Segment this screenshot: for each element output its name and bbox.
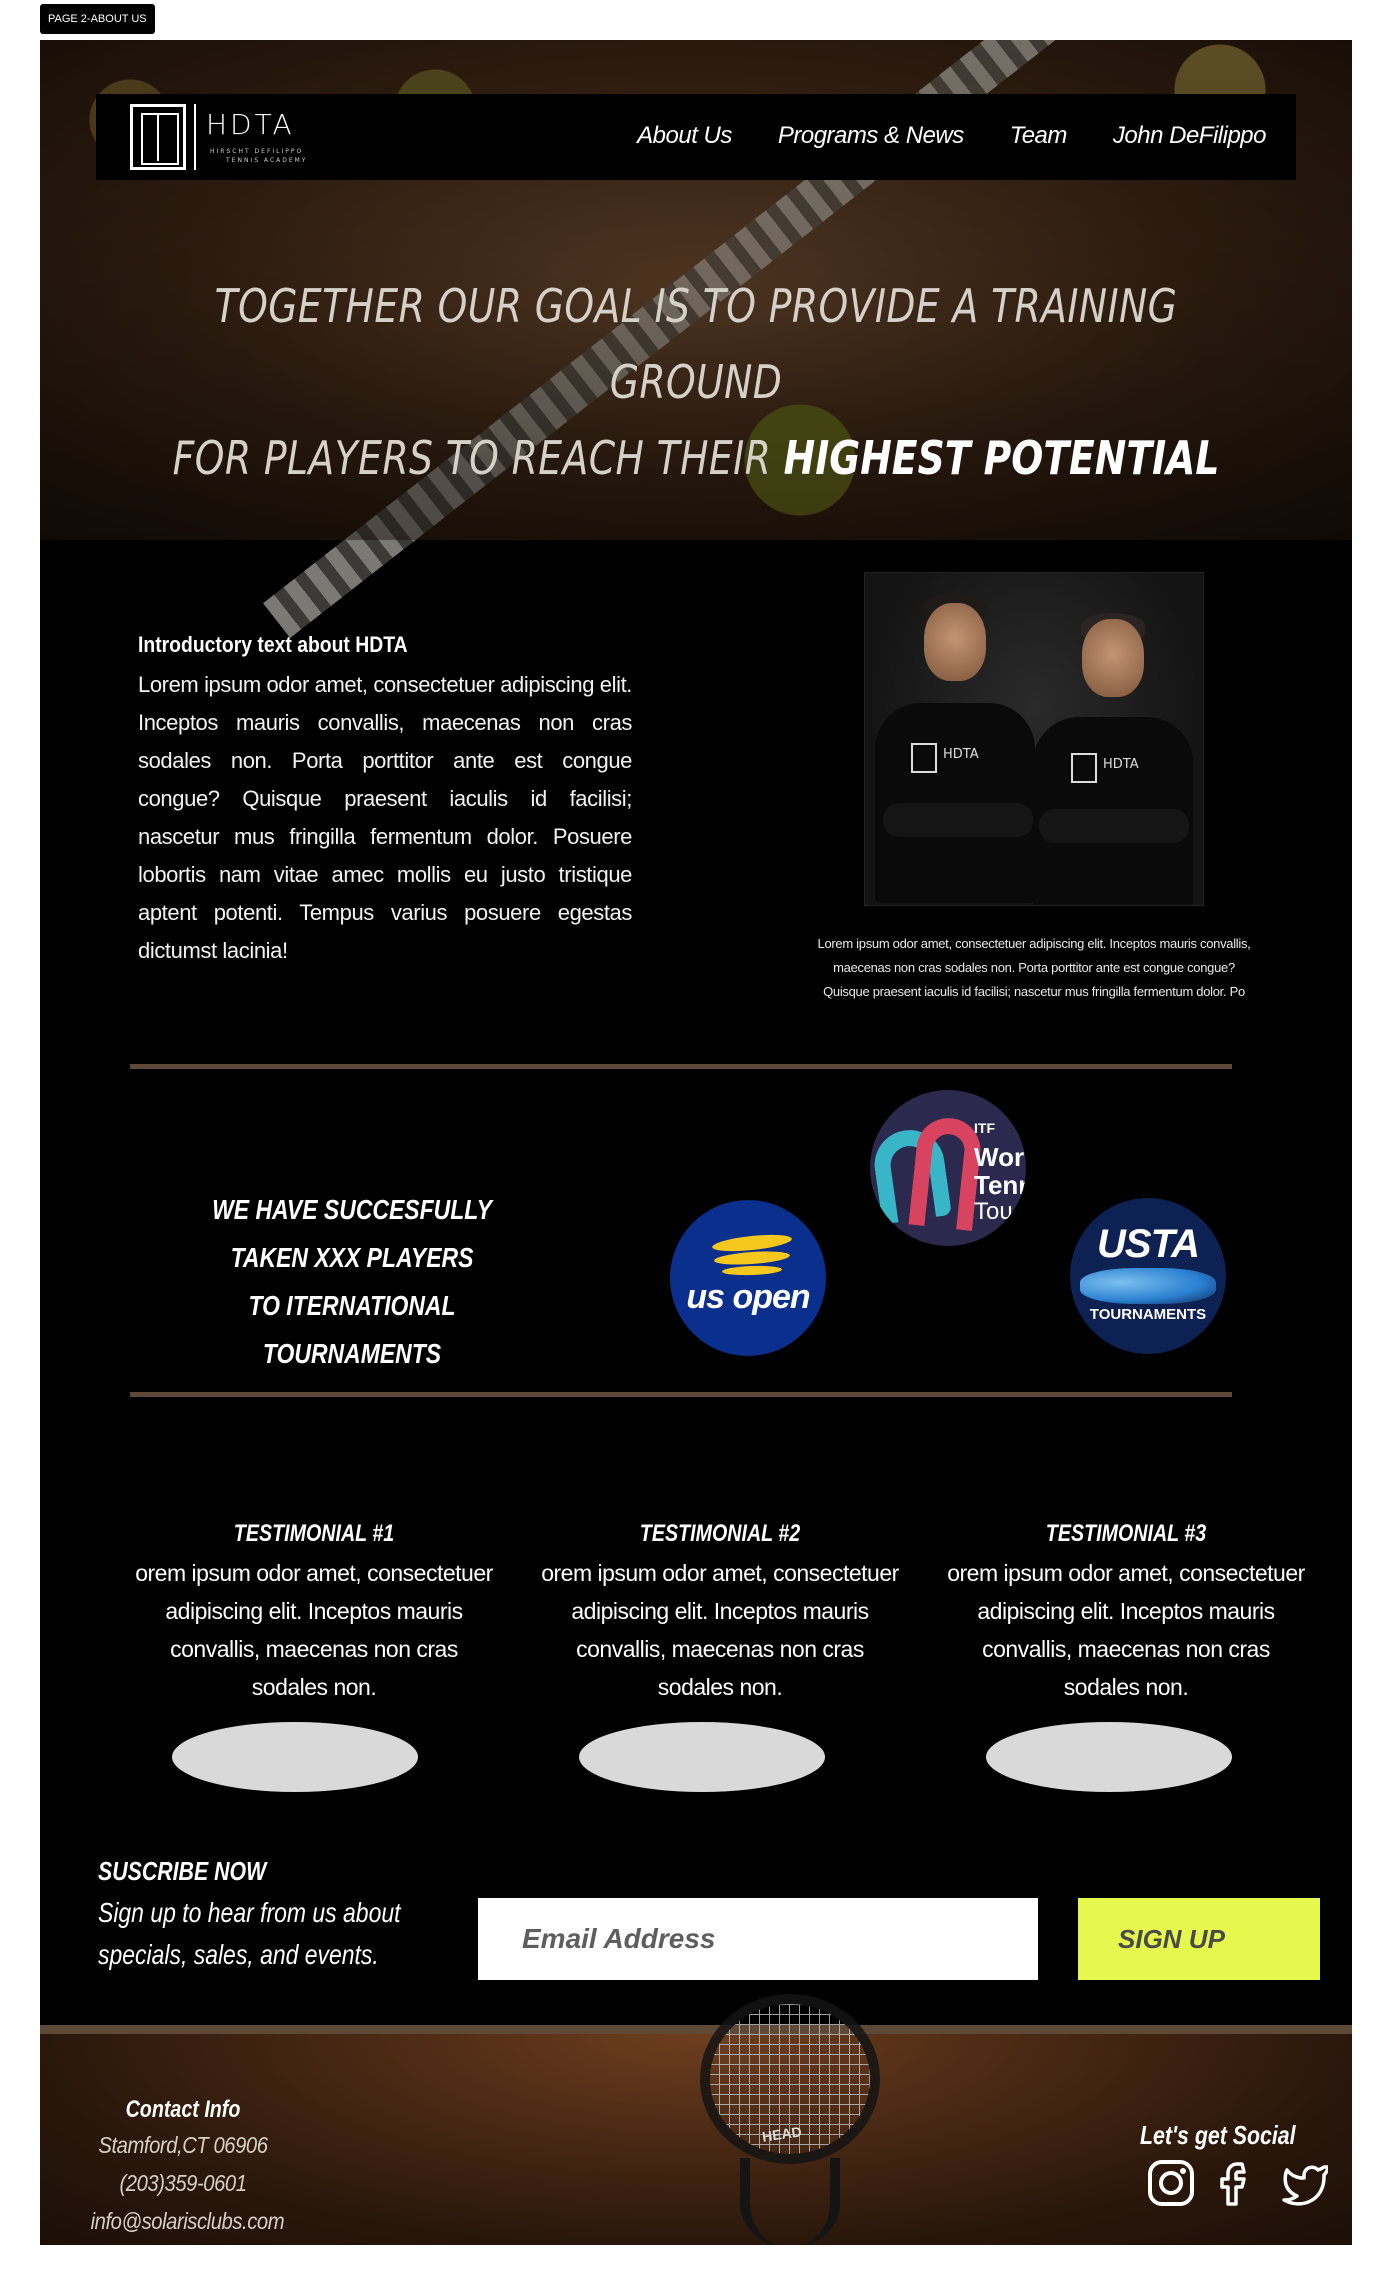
us-open-wordmark: us open (686, 1278, 810, 1316)
testimonial-avatar (986, 1722, 1232, 1792)
intro-heading: Introductory text about HDTA (138, 632, 408, 657)
footer-divider (40, 2025, 1352, 2034)
main-nav: About Us Programs & News Team John DeFil… (637, 122, 1266, 150)
itf-text: Tou (974, 1198, 1013, 1225)
navbar: HDTA HIRSCHT DEFILIPPO TENNIS ACADEMY Ab… (96, 94, 1296, 180)
sign-up-button[interactable]: SIGN UP (1078, 1898, 1320, 1980)
logo[interactable]: HDTA HIRSCHT DEFILIPPO TENNIS ACADEMY (130, 104, 310, 170)
logo-divider (194, 104, 196, 170)
shirt-logo-icon (911, 743, 937, 773)
contact-title: Contact Info (125, 2096, 241, 2123)
nav-item-john-defilippo[interactable]: John DeFilippo (1113, 122, 1267, 150)
hero-line-2: FOR PLAYERS TO REACH THEIR HIGHEST POTEN… (158, 420, 1234, 496)
testimonial-avatar (172, 1722, 418, 1792)
hero-banner: HDTA HIRSCHT DEFILIPPO TENNIS ACADEMY Ab… (40, 40, 1352, 638)
subscribe-text: Sign up to hear from us about specials, … (98, 1897, 401, 1970)
social-links (1146, 2158, 1330, 2208)
testimonial-title: TESTIMONIAL #1 (233, 1520, 395, 1547)
coach-arms (883, 803, 1033, 837)
usta-wave-icon (1080, 1268, 1216, 1304)
coaches-photo: HDTA HDTA (864, 572, 1204, 906)
logo-subline: HIRSCHT DEFILIPPO (210, 148, 304, 155)
shirt-logo-text: HDTA (943, 747, 979, 762)
hero-headline: TOGETHER OUR GOAL IS TO PROVIDE A TRAINI… (40, 268, 1352, 496)
coach-face (924, 603, 986, 681)
twitter-icon[interactable] (1278, 2158, 1330, 2208)
itf-text: Wor (974, 1142, 1025, 1172)
hero-line-2-text: FOR PLAYERS TO REACH THEIR (172, 431, 784, 485)
email-input[interactable] (478, 1898, 1038, 1980)
hero-line-1: TOGETHER OUR GOAL IS TO PROVIDE A TRAINI… (214, 279, 1178, 409)
section-divider (130, 1392, 1232, 1397)
contact-phone[interactable]: (203)359-0601 (91, 2164, 276, 2202)
shirt-logo-text: HDTA (1103, 757, 1139, 772)
contact-email[interactable]: info@solarisclubs.com (91, 2202, 285, 2240)
testimonial-title: TESTIMONIAL #2 (639, 1520, 801, 1547)
shirt-logo-icon (1071, 753, 1097, 783)
tennis-racket-throat (740, 2158, 840, 2245)
testimonial-card: TESTIMONIAL #3 orem ipsum odor amet, con… (946, 1520, 1306, 1706)
us-open-ball-icon (721, 1264, 783, 1277)
testimonial-avatar (579, 1722, 825, 1792)
testimonial-card: TESTIMONIAL #1 orem ipsum odor amet, con… (134, 1520, 494, 1706)
instagram-icon[interactable] (1146, 2158, 1196, 2208)
coach-face (1082, 619, 1144, 697)
photo-caption: Lorem ipsum odor amet, consectetuer adip… (817, 936, 1251, 999)
usta-tournaments-logo: USTA TOURNAMENTS (1070, 1198, 1226, 1354)
usta-subtitle: TOURNAMENTS (1089, 1306, 1207, 1323)
hero-emphasis: HIGHEST POTENTIAL (783, 431, 1220, 485)
coach-arms (1039, 809, 1189, 843)
nav-item-team[interactable]: Team (1010, 122, 1068, 150)
testimonial-body: orem ipsum odor amet, consectetuer adipi… (541, 1560, 899, 1700)
page-tag: PAGE 2-ABOUT US (40, 4, 155, 34)
social-title: Let's get Social (1140, 2120, 1296, 2150)
subscribe-heading: SUSCRIBE NOW (98, 1856, 267, 1886)
nav-item-programs-news[interactable]: Programs & News (778, 122, 964, 150)
tournaments-statement: WE HAVE SUCCESFULLY TAKEN XXX PLAYERS TO… (178, 1186, 526, 1378)
usta-wordmark: USTA (1097, 1222, 1200, 1266)
nav-item-about-us[interactable]: About Us (637, 122, 732, 150)
logo-name: HDTA (206, 108, 295, 141)
testimonial-card: TESTIMONIAL #2 orem ipsum odor amet, con… (540, 1520, 900, 1706)
page-frame: HDTA HIRSCHT DEFILIPPO TENNIS ACADEMY Ab… (40, 40, 1352, 2245)
itf-label: ITF (974, 1120, 995, 1136)
itf-world-tennis-tour-logo: ITF Wor Tenn Tou (870, 1090, 1026, 1246)
us-open-logo: us open (670, 1200, 826, 1356)
facebook-icon[interactable] (1212, 2158, 1262, 2208)
section-divider (130, 1064, 1232, 1069)
testimonial-body: orem ipsum odor amet, consectetuer adipi… (947, 1560, 1305, 1700)
us-open-ball-icon (713, 1249, 791, 1267)
logo-subline: TENNIS ACADEMY (226, 157, 308, 164)
testimonial-body: orem ipsum odor amet, consectetuer adipi… (135, 1560, 493, 1700)
itf-text: Tenn (974, 1170, 1026, 1200)
tournaments-line-1: WE HAVE SUCCESFULLY TAKEN XXX PLAYERS (212, 1194, 492, 1273)
intro-body: Lorem ipsum odor amet, consectetuer adip… (138, 672, 633, 963)
contact-address: Stamford,CT 06906 (98, 2132, 268, 2158)
us-open-ball-icon (711, 1231, 793, 1255)
tournaments-line-2: TO ITERNATIONAL TOURNAMENTS (248, 1290, 456, 1369)
contact-info: Contact Info Stamford,CT 06906 (203)359-… (78, 2096, 288, 2240)
testimonial-title: TESTIMONIAL #3 (1045, 1520, 1207, 1547)
logo-court-icon (130, 104, 186, 170)
